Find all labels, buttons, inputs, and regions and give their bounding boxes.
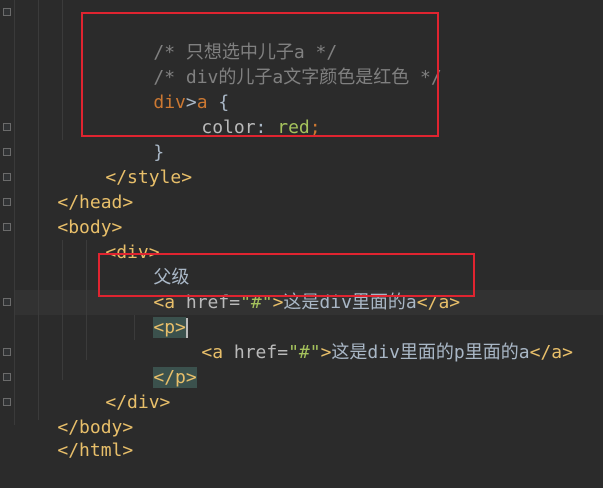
code-line: </html> — [14, 413, 133, 461]
html-attribute: href= — [233, 342, 289, 363]
code-line: </head> — [14, 165, 133, 213]
html-attribute-value: "#" — [288, 342, 321, 363]
html-tag: </a> — [529, 342, 573, 363]
fold-marker-icon[interactable] — [3, 198, 11, 206]
fold-marker-icon[interactable] — [3, 373, 11, 381]
html-tag: > — [320, 342, 332, 363]
code-line: </body> — [14, 390, 133, 438]
code-line: <a href="#">这是div里面的p里面的a</a> — [158, 315, 573, 363]
fold-marker-icon[interactable] — [3, 348, 11, 356]
fold-marker-icon[interactable] — [3, 173, 11, 181]
fold-marker-icon[interactable] — [3, 8, 11, 16]
html-tag: </html> — [57, 440, 134, 461]
html-text: 这是div里面的p里面的a — [331, 342, 530, 363]
fold-marker-icon[interactable] — [3, 298, 11, 306]
code-line: <div> — [62, 215, 159, 263]
html-tag: <a — [201, 342, 234, 363]
code-line: </div> — [62, 365, 170, 413]
fold-marker-icon[interactable] — [3, 223, 11, 231]
fold-marker-icon[interactable] — [3, 398, 11, 406]
indent-guide — [62, 0, 63, 140]
annotation-box-direct-child — [98, 253, 475, 297]
code-line: </p> — [110, 340, 197, 388]
code-line: </style> — [62, 140, 192, 188]
fold-marker-icon[interactable] — [3, 123, 11, 131]
annotation-box-css-rule — [81, 12, 439, 137]
editor-gutter[interactable] — [0, 0, 15, 425]
code-line: <body> — [14, 190, 122, 238]
fold-marker-icon[interactable] — [3, 148, 11, 156]
